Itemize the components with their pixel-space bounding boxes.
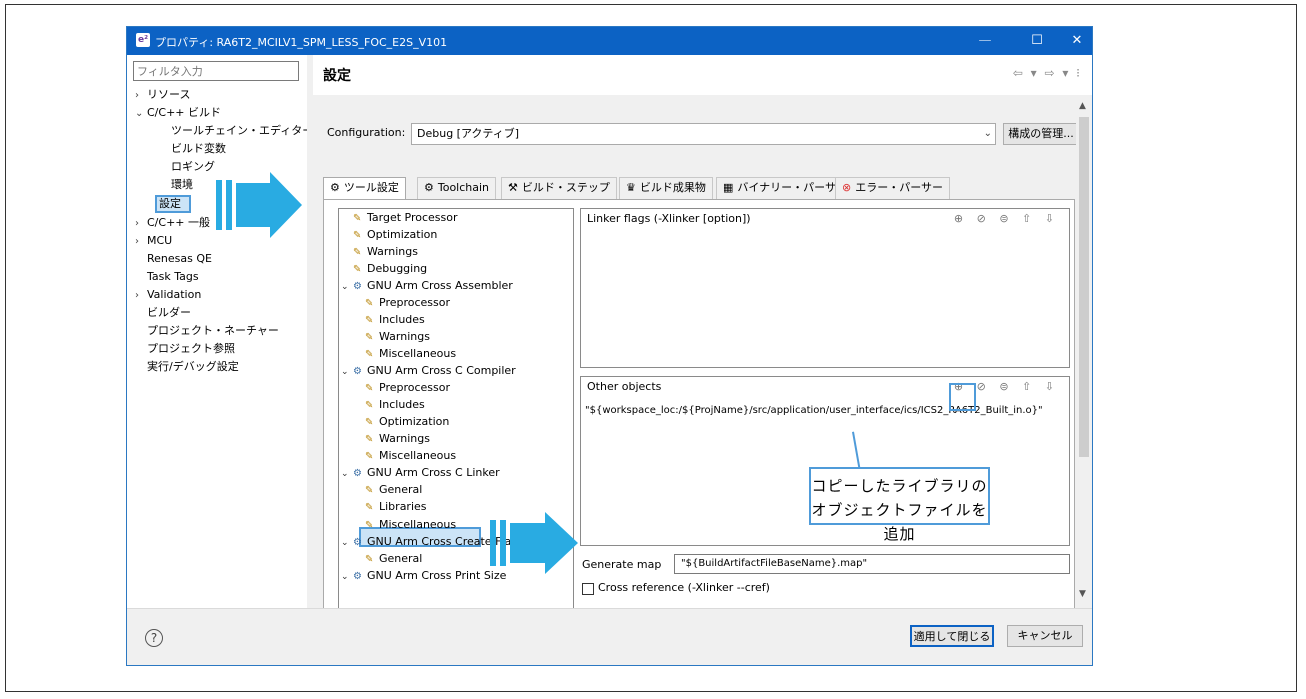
add-object-icon-highlight [949,383,976,411]
annotation-overlay [216,172,578,574]
annotation-callout: コピーしたライブラリの オブジェクトファイルを追加 [809,467,990,543]
arrow-to-miscellaneous [490,512,578,574]
callout-line-2: オブジェクトファイルを追加 [811,501,988,543]
callout-line-1: コピーしたライブラリの [811,477,988,495]
arrow-to-settings [216,172,302,238]
